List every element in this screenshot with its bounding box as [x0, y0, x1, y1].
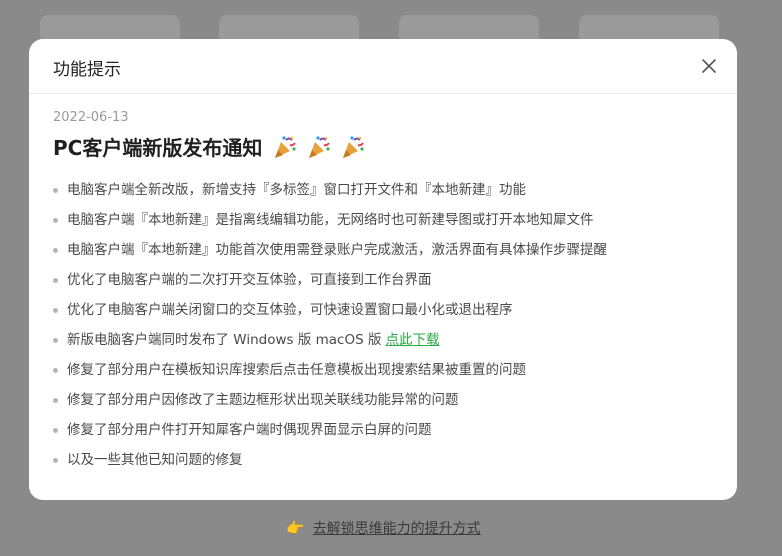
party-popper-icon	[343, 135, 365, 158]
close-icon	[702, 59, 716, 73]
release-heading: PC客户端新版发布通知	[53, 132, 713, 161]
list-item: 优化了电脑客户端关闭窗口的交互体验，可快速设置窗口最小化或退出程序	[53, 295, 713, 325]
list-item: 修复了部分用户在模板知识库搜索后点击任意模板出现搜索结果被重置的问题	[53, 355, 713, 385]
pointing-hand-icon: 👉	[286, 519, 305, 537]
list-item: 电脑客户端『本地新建』功能首次使用需登录账户完成激活，激活界面有具体操作步骤提醒	[53, 235, 713, 265]
list-item: 修复了部分用户因修改了主题边框形状出现关联线功能异常的问题	[53, 385, 713, 415]
list-item: 修复了部分用户件打开知犀客户端时偶现界面显示白屏的问题	[53, 415, 713, 445]
modal-body: 2022-06-13 PC客户端新版发布通知 电脑客户端全新改版，新增支持『多标…	[29, 94, 737, 475]
modal-header: 功能提示	[29, 39, 737, 94]
unlock-ability-link[interactable]: 👉 去解锁思维能力的提升方式	[286, 518, 481, 538]
party-popper-icon	[309, 135, 331, 158]
list-item: 优化了电脑客户端的二次打开交互体验，可直接到工作台界面	[53, 265, 713, 295]
feature-notice-modal: 功能提示 2022-06-13 PC客户端新版发布通知 电脑客户端全新改版，新增…	[29, 39, 737, 500]
release-heading-text: PC客户端新版发布通知	[53, 136, 263, 160]
party-icons	[272, 134, 366, 160]
list-item: 以及一些其他已知问题的修复	[53, 445, 713, 475]
list-item-text: 新版电脑客户端同时发布了 Windows 版 macOS 版	[67, 332, 382, 348]
release-date: 2022-06-13	[53, 110, 129, 125]
release-notes-list: 电脑客户端全新改版，新增支持『多标签』窗口打开文件和『本地新建』功能 电脑客户端…	[53, 175, 713, 475]
modal-title: 功能提示	[53, 60, 121, 80]
party-popper-icon	[275, 135, 297, 158]
list-item: 电脑客户端全新改版，新增支持『多标签』窗口打开文件和『本地新建』功能	[53, 175, 713, 205]
list-item-download: 新版电脑客户端同时发布了 Windows 版 macOS 版点此下载	[53, 325, 713, 355]
download-link[interactable]: 点此下载	[385, 332, 439, 348]
list-item: 电脑客户端『本地新建』是指离线编辑功能，无网络时也可新建导图或打开本地知犀文件	[53, 205, 713, 235]
unlock-ability-link-text: 去解锁思维能力的提升方式	[312, 521, 481, 537]
close-button[interactable]	[699, 56, 719, 76]
